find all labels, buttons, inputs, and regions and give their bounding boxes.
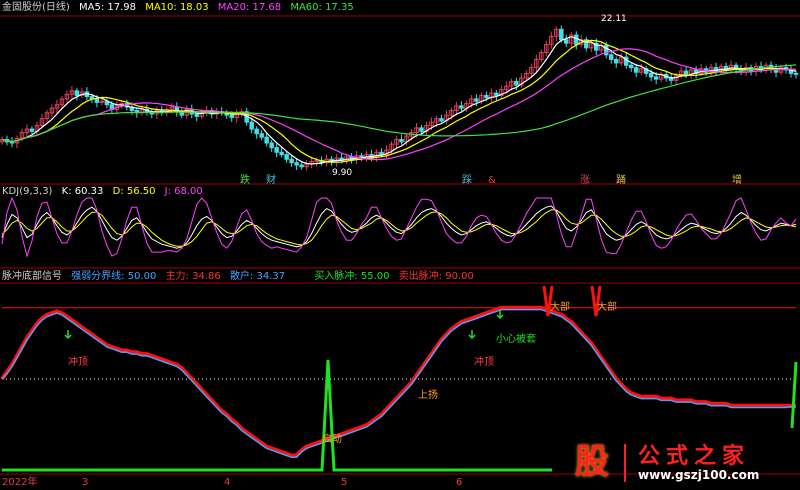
marker-die: 跌 (240, 175, 250, 186)
main-force-line (0, 305, 796, 458)
candle-body (74, 90, 80, 96)
annotation-chongding-2: 冲顶 (474, 357, 494, 368)
ma20-legend: MA20: 17.68 (217, 2, 282, 13)
candle-body (633, 67, 639, 73)
ma60-legend: MA60: 17.35 (290, 2, 354, 13)
candle-body (249, 121, 254, 130)
price-panel-title: 金固股份(日线) (2, 2, 70, 13)
marker-zhang: 涨 (580, 175, 590, 186)
marker-yong: 踊 (616, 175, 626, 186)
candle-body (494, 92, 499, 96)
candle-body (683, 70, 689, 76)
candle-body (194, 113, 199, 117)
candle-body (264, 136, 269, 144)
x-label-4: 4 (224, 477, 231, 488)
candle-body (439, 118, 444, 122)
candle-body (613, 58, 619, 64)
candle-body (284, 154, 289, 160)
candle-body (294, 162, 299, 166)
x-label-6: 6 (456, 477, 463, 488)
ma20-line (1, 48, 796, 161)
buy-pulse-end (790, 361, 798, 429)
candle-body (289, 158, 294, 164)
annotation-qidong: 启动 (322, 434, 342, 445)
chart-canvas (0, 15, 800, 475)
ma10-legend: MA10: 18.03 (145, 2, 209, 13)
ma5-legend: MA5: 17.98 (79, 2, 137, 13)
x-label-3: 3 (82, 477, 89, 488)
candle-body (419, 127, 424, 132)
annotation-xiaoxin: 小心被套 (496, 334, 536, 345)
kdj-d-legend: D: 56.50 (112, 186, 156, 197)
sell-pulse-legend: 卖出脉冲: 90.00 (398, 271, 474, 282)
candle-body (608, 54, 614, 60)
candle-body (229, 114, 234, 118)
marker-cai: 财 (266, 175, 276, 186)
candle-body (399, 139, 404, 143)
watermark-logo: 股 (575, 442, 609, 482)
price-panel-header: 金固股份(日线) MA5: 17.98 MA10: 18.03 MA20: 17… (2, 1, 360, 15)
kdj-j-line (1, 196, 797, 258)
candle-body (299, 164, 304, 168)
candle-body (274, 147, 279, 153)
green-arrow-0 (64, 330, 72, 340)
annotation-dabu-1: 大部 (550, 302, 570, 313)
watermark: 股 公式之家 www.gszj100.com (560, 436, 800, 490)
x-label-2022: 2022年 (2, 477, 38, 488)
low-price-label: 9.90 (332, 168, 353, 178)
ma10-line (1, 39, 797, 163)
candle-body (648, 72, 654, 78)
kdj-panel-header: KDJ(9,3,3) K: 60.33 D: 56.50 J: 68.00 (2, 185, 209, 199)
candle-body (459, 105, 464, 109)
buy-pulse-line (2, 359, 552, 472)
kdj-panel (1, 196, 797, 258)
pulse-panel-header: 脉冲底部信号 强弱分界线: 50.00 主力: 34.86 散户: 34.37 … (2, 270, 480, 284)
strong-weak-legend: 强弱分界线: 50.00 (71, 271, 157, 282)
annotation-dabu-2: 大部 (597, 302, 617, 313)
watermark-url: www.gszj100.com (638, 468, 760, 482)
candle-body (514, 80, 519, 86)
candle-body (254, 128, 259, 135)
watermark-title: 公式之家 (638, 444, 751, 469)
candle-body (484, 94, 489, 99)
pulse-panel-title: 脉冲底部信号 (2, 271, 62, 282)
candle-body (653, 76, 659, 80)
candle-body (29, 128, 35, 132)
kdj-k-legend: K: 60.33 (61, 186, 104, 197)
marker-zeng: 增 (732, 175, 742, 186)
candle-body (379, 151, 384, 156)
watermark-divider (624, 444, 626, 482)
candle-body (559, 28, 564, 41)
kdj-j-legend: J: 68.00 (164, 186, 203, 197)
retail-legend: 散户: 34.37 (229, 271, 286, 282)
high-price-label: 22.11 (601, 14, 627, 24)
annotation-chongding-1: 冲顶 (68, 357, 88, 368)
annotation-shangyang: 上扬 (418, 390, 438, 401)
kdj-panel-title: KDJ(9,3,3) (2, 186, 53, 197)
main-force-legend: 主力: 34.86 (165, 271, 221, 282)
candle-body (279, 151, 284, 156)
marker-and: & (488, 175, 496, 186)
candle-body (793, 72, 799, 75)
candle-body (574, 34, 579, 45)
price-panel (0, 25, 799, 171)
candle-body (94, 98, 100, 103)
candle-body (628, 64, 634, 69)
candle-body (474, 98, 479, 102)
green-arrow-1 (468, 330, 476, 340)
marker-cai2: 踩 (462, 175, 472, 186)
buy-pulse-legend: 买入脉冲: 55.00 (314, 271, 390, 282)
x-label-5: 5 (341, 477, 348, 488)
candle-body (564, 39, 569, 44)
candle-body (259, 133, 264, 138)
candle-body (269, 142, 274, 149)
candle-body (9, 141, 15, 144)
